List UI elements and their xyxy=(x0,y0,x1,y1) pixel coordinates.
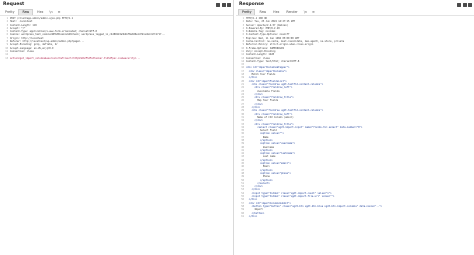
menu-icon[interactable]: ≡ xyxy=(56,10,63,15)
line-number: 61 xyxy=(241,214,244,218)
tab-request-pretty[interactable]: Pretty xyxy=(2,10,17,15)
vertical-view-icon[interactable] xyxy=(468,2,472,7)
horizontal-view-icon[interactable] xyxy=(221,2,226,7)
newline-toggle-icon[interactable]: \n xyxy=(47,10,54,15)
split-view-icon[interactable] xyxy=(216,2,220,7)
menu-icon[interactable]: ≡ xyxy=(310,10,317,15)
response-tabs: Pretty Raw Hex Render \n ≡ xyxy=(236,9,474,16)
split-view-icon[interactable] xyxy=(457,2,461,7)
request-editor[interactable]: 1 POST /clientapp-admin/admin-ajax.php HT… xyxy=(0,16,233,60)
request-header: Request xyxy=(0,0,233,9)
response-editor[interactable]: 1 HTTP/1.1 200 OK 2 Date: Tue, 25 Jun 2024 … xyxy=(236,16,474,218)
tab-request-hex[interactable]: Hex xyxy=(34,10,46,15)
request-view-controls xyxy=(216,2,231,7)
response-view-controls xyxy=(457,2,472,7)
vertical-view-icon[interactable] xyxy=(227,2,231,7)
request-title: Request xyxy=(3,2,25,7)
response-header: Response xyxy=(236,0,474,9)
tab-response-hex[interactable]: Hex xyxy=(270,10,282,15)
tab-response-render[interactable]: Render xyxy=(283,10,300,15)
request-pane: Request Pretty Raw Hex \n ≡ 1 POST /clien… xyxy=(0,0,234,255)
code-line: 61 </div> xyxy=(236,215,474,218)
newline-toggle-icon[interactable]: \n xyxy=(302,10,309,15)
repeater-window: Request Pretty Raw Hex \n ≡ 1 POST /clien… xyxy=(0,0,474,255)
tab-request-raw[interactable]: Raw xyxy=(18,9,34,15)
horizontal-view-icon[interactable] xyxy=(462,2,467,7)
response-pane: Response Pretty Raw Hex Render \n ≡ 1 HTT… xyxy=(236,0,474,255)
tab-response-pretty[interactable]: Pretty xyxy=(238,9,256,15)
request-tabs: Pretty Raw Hex \n ≡ xyxy=(0,9,233,16)
line-number: 13 xyxy=(5,56,8,60)
tab-response-raw[interactable]: Raw xyxy=(256,10,269,15)
response-title: Response xyxy=(239,2,264,7)
line-text: action=get_import_columns&source=url&fil… xyxy=(10,56,141,60)
line-text: </div> xyxy=(246,214,258,218)
code-line: 13 action=get_import_columns&source=url&f… xyxy=(0,57,233,60)
